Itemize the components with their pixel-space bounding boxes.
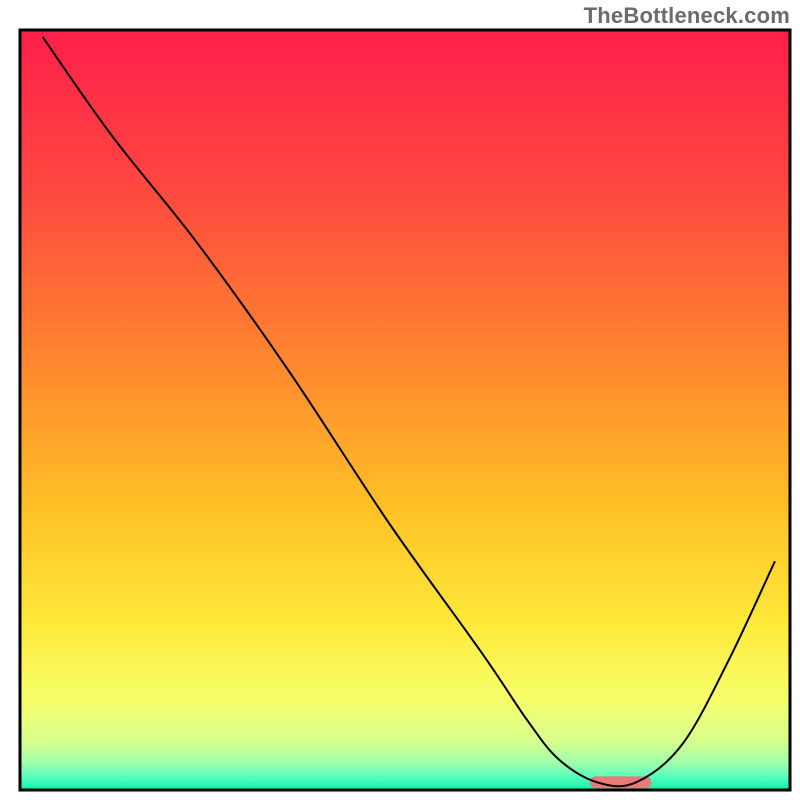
chart-stage: TheBottleneck.com	[0, 0, 800, 800]
plot-area	[20, 30, 790, 790]
bottleneck-chart	[0, 0, 800, 800]
gradient-background	[20, 30, 790, 790]
